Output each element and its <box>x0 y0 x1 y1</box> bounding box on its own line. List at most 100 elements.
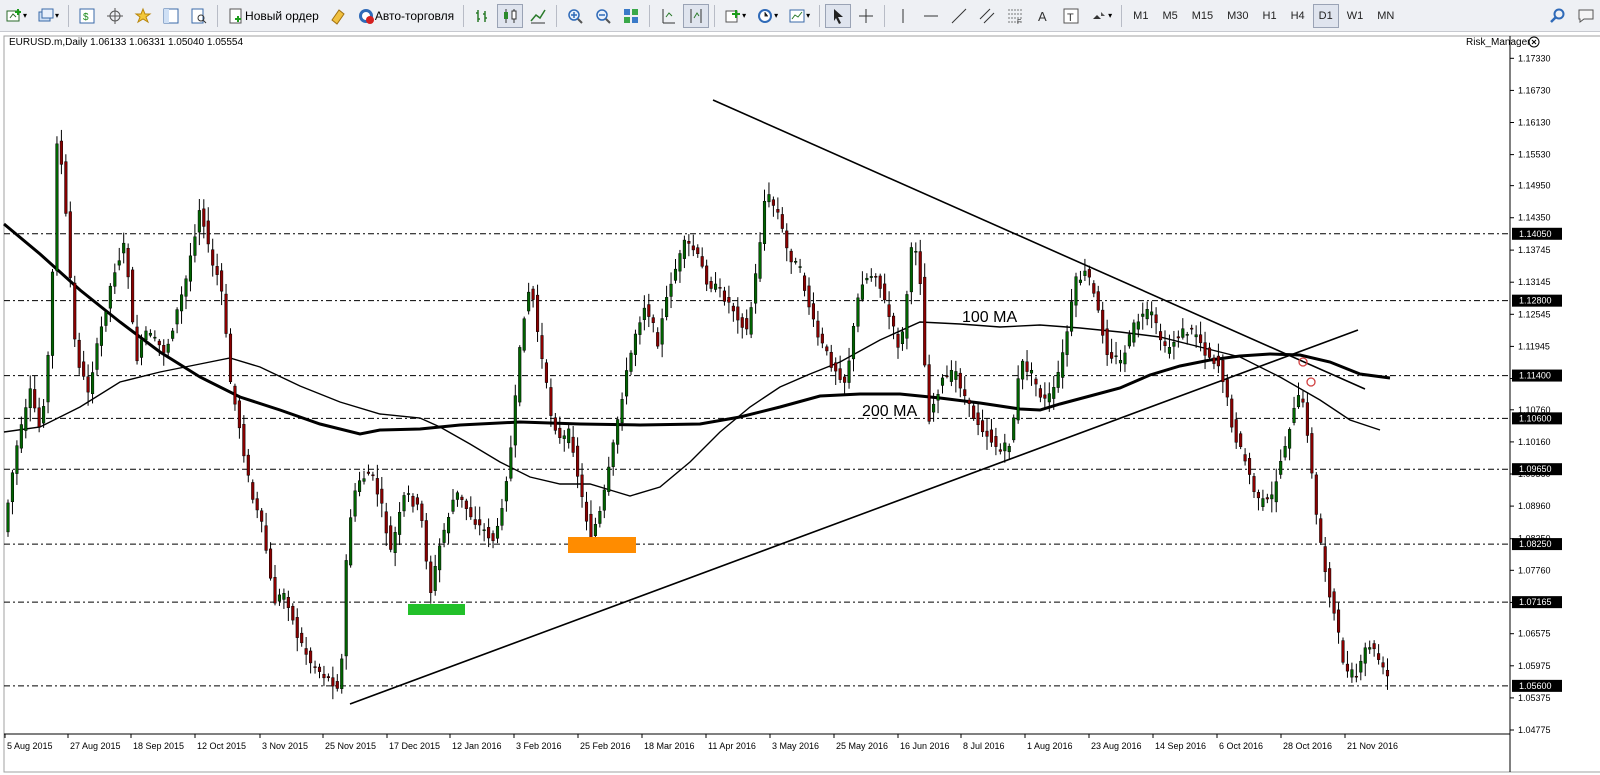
ma100-label: 100 MA <box>962 309 1017 326</box>
date-tick-label: 6 Oct 2016 <box>1219 741 1263 751</box>
level-price-label: 1.12800 <box>1519 296 1552 306</box>
price-tick-label: 1.15530 <box>1518 150 1551 160</box>
candle <box>1341 637 1345 665</box>
trendline-icon <box>950 7 968 25</box>
indicators-button[interactable]: ▾ <box>720 4 750 28</box>
main-toolbar: ▾ ▾ $ Новый ордер Авто-торговля ▾ ▾ ▾ F … <box>0 0 1600 32</box>
green-support-zone[interactable] <box>408 604 465 615</box>
autoscroll-button[interactable] <box>683 3 710 28</box>
autotrading-button[interactable]: Авто-торговля <box>353 4 458 28</box>
date-tick-label: 16 Jun 2016 <box>900 741 950 751</box>
timeframe-d1[interactable]: D1 <box>1312 3 1339 28</box>
navigator-icon <box>162 7 180 25</box>
candle <box>68 201 72 288</box>
price-tick-label: 1.10160 <box>1518 437 1551 447</box>
price-chart[interactable]: 100 MA 200 MA EURUSD.m,Daily 1.06133 1.0… <box>0 32 1600 775</box>
candle <box>349 509 353 568</box>
candle <box>64 154 68 217</box>
orange-support-zone[interactable] <box>568 537 636 553</box>
vertical-line-icon <box>894 7 912 25</box>
risk-manager-label: Risk_Manager <box>1466 37 1531 48</box>
trendline-button[interactable] <box>946 4 972 28</box>
text-label-button[interactable]: T <box>1058 4 1084 28</box>
timeframe-h1[interactable]: H1 <box>1257 4 1283 28</box>
chat-button[interactable] <box>1573 4 1599 28</box>
timeframe-m30[interactable]: M30 <box>1221 4 1254 28</box>
metaeditor-icon <box>329 7 347 25</box>
market-watch-button[interactable]: $ <box>74 4 100 28</box>
timeframe-m5[interactable]: M5 <box>1156 4 1183 28</box>
timeframe-h4[interactable]: H4 <box>1285 4 1311 28</box>
clock-icon <box>756 7 774 25</box>
metaeditor-button[interactable] <box>325 4 351 28</box>
level-price-label: 1.05600 <box>1519 681 1552 691</box>
templates-button[interactable]: ▾ <box>784 4 814 28</box>
zoom-in-icon <box>566 7 584 25</box>
arrows-icon <box>1090 7 1108 25</box>
chart-shift-button[interactable] <box>655 4 681 28</box>
bar-chart-button[interactable] <box>469 4 495 28</box>
text-label-icon: T <box>1062 7 1080 25</box>
zoom-out-icon <box>594 7 612 25</box>
level-price-label: 1.07165 <box>1519 597 1552 607</box>
chart-shift-icon <box>659 7 677 25</box>
price-tick-label: 1.12545 <box>1518 309 1551 319</box>
crosshair-tool-button[interactable] <box>853 4 879 28</box>
horizontal-line-icon <box>922 7 940 25</box>
crosshair-button[interactable] <box>102 4 128 28</box>
chart-window[interactable]: 100 MA 200 MA EURUSD.m,Daily 1.06133 1.0… <box>0 32 1600 775</box>
horizontal-line-button[interactable] <box>918 4 944 28</box>
fibonacci-button[interactable]: F <box>1002 4 1028 28</box>
candle <box>1310 427 1314 479</box>
text-button[interactable]: A <box>1030 4 1056 28</box>
date-tick-label: 12 Oct 2015 <box>197 741 246 751</box>
timeframe-m15[interactable]: M15 <box>1186 4 1219 28</box>
vertical-line-button[interactable] <box>890 4 916 28</box>
profiles-button[interactable]: ▾ <box>33 4 63 28</box>
autotrading-label: Авто-торговля <box>374 8 455 23</box>
level-price-label: 1.09650 <box>1519 464 1552 474</box>
new-chart-button[interactable]: ▾ <box>1 4 31 28</box>
level-price-label: 1.10600 <box>1519 413 1552 423</box>
timeframe-w1[interactable]: W1 <box>1341 4 1370 28</box>
candle <box>344 554 348 670</box>
candlestick-button[interactable] <box>497 3 524 28</box>
line-chart-button[interactable] <box>525 4 551 28</box>
candle <box>55 136 59 276</box>
navigator-button[interactable] <box>158 4 184 28</box>
svg-text:$: $ <box>83 12 89 23</box>
date-tick-label: 28 Oct 2016 <box>1283 741 1332 751</box>
new-order-button[interactable]: Новый ордер <box>223 4 323 28</box>
periods-button[interactable]: ▾ <box>752 4 782 28</box>
star-icon <box>134 7 152 25</box>
candle <box>1012 414 1016 443</box>
price-tick-label: 1.06575 <box>1518 629 1551 639</box>
ma200-label: 200 MA <box>862 403 917 420</box>
indicator-close-icon[interactable] <box>1528 36 1540 48</box>
new-order-icon <box>227 7 245 25</box>
date-tick-label: 3 Nov 2015 <box>262 741 308 751</box>
cursor-button[interactable] <box>825 3 852 28</box>
candlestick-icon <box>501 7 519 25</box>
zoom-in-button[interactable] <box>562 4 588 28</box>
arrows-button[interactable]: ▾ <box>1086 4 1116 28</box>
level-price-label: 1.08250 <box>1519 539 1552 549</box>
date-tick-label: 3 May 2016 <box>772 741 819 751</box>
new-order-label: Новый ордер <box>245 8 319 23</box>
bar-chart-icon <box>473 7 491 25</box>
candle <box>73 275 77 347</box>
svg-text:F: F <box>1017 19 1021 25</box>
channel-button[interactable] <box>974 4 1000 28</box>
tester-button[interactable] <box>186 4 212 28</box>
date-tick-label: 5 Aug 2015 <box>7 741 53 751</box>
favorites-button[interactable] <box>130 4 156 28</box>
tile-windows-button[interactable] <box>618 4 644 28</box>
date-tick-label: 27 Aug 2015 <box>70 741 121 751</box>
price-tick-label: 1.14950 <box>1518 181 1551 191</box>
timeframe-m1[interactable]: M1 <box>1127 4 1154 28</box>
search-button[interactable] <box>1545 4 1571 28</box>
candle <box>522 316 526 353</box>
zoom-out-button[interactable] <box>590 4 616 28</box>
price-tick-label: 1.08960 <box>1518 501 1551 511</box>
timeframe-mn[interactable]: MN <box>1371 4 1400 28</box>
